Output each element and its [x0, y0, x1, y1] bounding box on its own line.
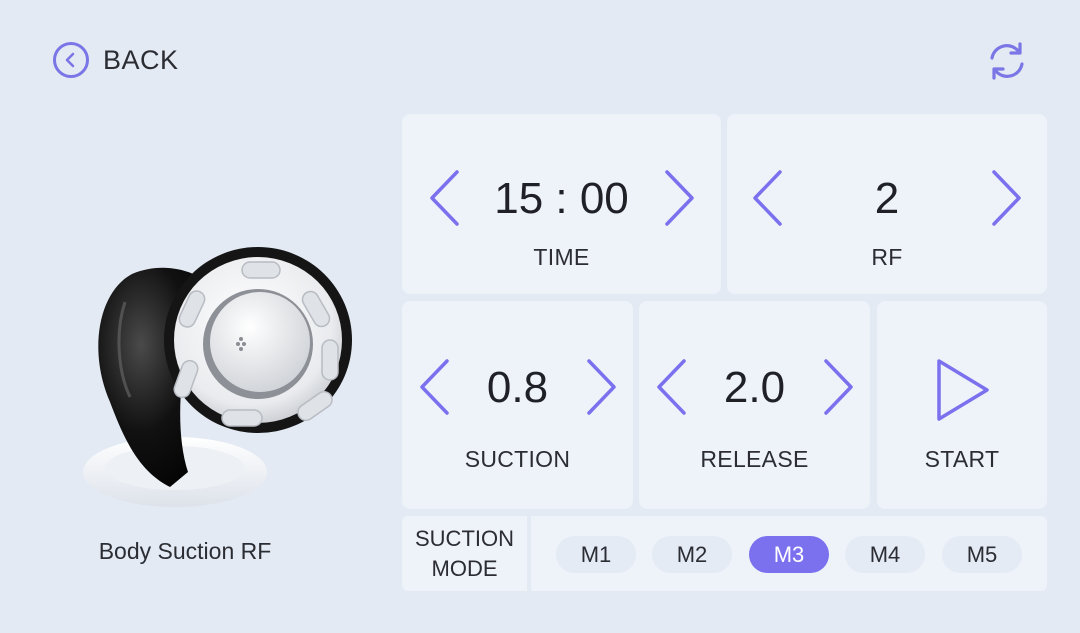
back-button[interactable]: BACK: [53, 42, 179, 78]
play-icon: [934, 357, 992, 423]
chevron-left-circle-icon: [53, 42, 89, 78]
time-increase-button[interactable]: [660, 168, 700, 228]
rf-panel: 2 RF: [727, 114, 1047, 294]
time-label: TIME: [533, 244, 590, 270]
release-label: RELEASE: [700, 446, 809, 472]
chevron-right-icon: [665, 170, 694, 226]
release-panel: 2.0 RELEASE: [639, 301, 870, 509]
rf-label: RF: [871, 244, 903, 270]
rf-increase-button[interactable]: [987, 168, 1027, 228]
mode-button-m2[interactable]: M2: [652, 536, 732, 573]
mode-button-m3[interactable]: M3: [749, 536, 829, 573]
device-name: Body Suction RF: [98, 538, 272, 564]
mode-button-m4[interactable]: M4: [845, 536, 925, 573]
release-increase-button[interactable]: [819, 357, 859, 417]
time-panel: 15 : 00 TIME: [402, 114, 721, 294]
mode-button-m5[interactable]: M5: [942, 536, 1022, 573]
chevron-right-icon: [587, 359, 616, 415]
start-button[interactable]: START: [877, 301, 1047, 509]
chevron-right-icon: [824, 359, 853, 415]
mode-button-m1[interactable]: M1: [556, 536, 636, 573]
refresh-icon[interactable]: [984, 38, 1030, 84]
chevron-right-icon: [992, 170, 1021, 226]
suction-mode-label: SUCTION MODE: [402, 516, 527, 591]
suction-mode-selector: M1 M2 M3 M4 M5: [531, 516, 1047, 591]
suction-label: SUCTION: [464, 446, 571, 472]
back-label: BACK: [103, 44, 179, 75]
suction-panel: 0.8 SUCTION: [402, 301, 633, 509]
device-image: [70, 232, 370, 532]
suction-mode-label-line2: MODE: [431, 555, 498, 581]
suction-mode-label-line1: SUCTION: [415, 525, 514, 551]
suction-increase-button[interactable]: [582, 357, 622, 417]
start-label: START: [924, 446, 1000, 472]
